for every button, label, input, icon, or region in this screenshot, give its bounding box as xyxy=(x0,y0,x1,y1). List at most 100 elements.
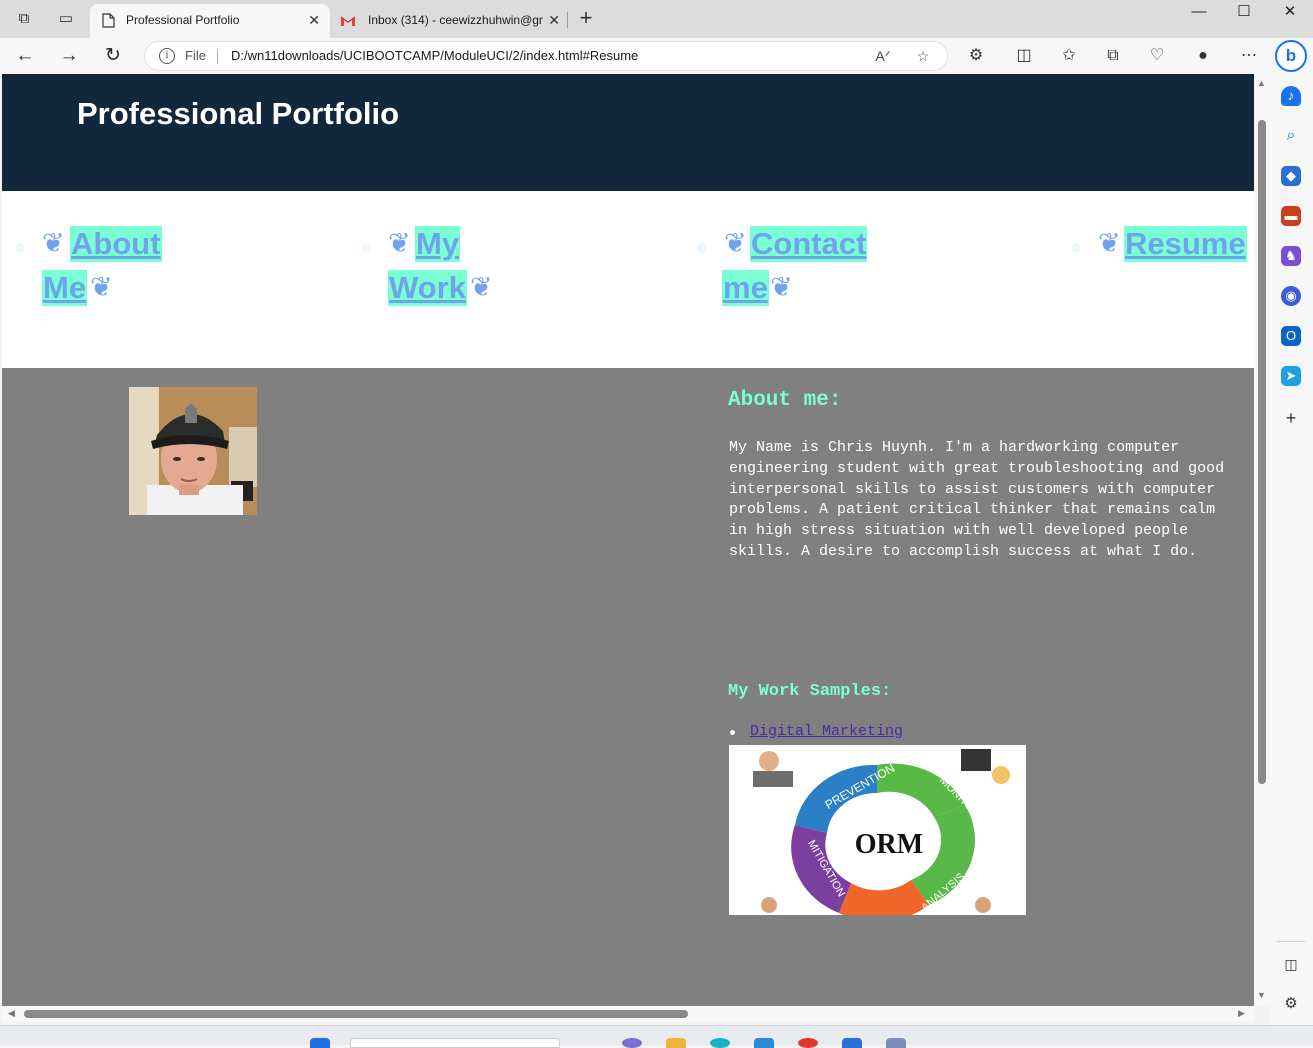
notifications-bell-icon[interactable]: ♪ xyxy=(1281,86,1301,106)
add-sidebar-app-icon[interactable]: + xyxy=(1281,408,1301,428)
site-nav: ❦ About Me ❦ ❦ My Work ❦ ❦ Contact me ❦ … xyxy=(2,191,1254,368)
games-icon[interactable]: ♞ xyxy=(1281,246,1301,266)
fleuron-icon: ❦ xyxy=(90,272,113,303)
fleuron-icon: ❦ xyxy=(42,228,65,259)
fleuron-icon: ❦ xyxy=(1098,228,1121,259)
vertical-scrollbar[interactable]: ▲ ▼ xyxy=(1254,74,1270,1006)
drop-send-icon[interactable]: ➤ xyxy=(1281,366,1301,386)
page-title: Professional Portfolio xyxy=(77,96,400,131)
maximize-icon[interactable]: ☐ xyxy=(1221,0,1267,30)
file-explorer-icon[interactable] xyxy=(666,1038,686,1048)
tab-title: Professional Portfolio xyxy=(126,13,240,27)
edge-sidebar: ♪ ⌕ ◆ ▬ ♞ ◉ O ➤ + ◫ ⚙ xyxy=(1270,74,1313,1025)
scroll-up-icon[interactable]: ▲ xyxy=(1257,78,1266,88)
scroll-left-icon[interactable]: ◀ xyxy=(8,1008,15,1019)
microsoft-365-icon[interactable]: ◉ xyxy=(1281,286,1301,306)
profile-photo xyxy=(129,387,257,515)
nav-link-about[interactable]: About xyxy=(70,226,162,262)
about-line: skills. A desire to accomplish success a… xyxy=(729,542,1198,560)
taskbar-search-box[interactable] xyxy=(350,1038,560,1048)
favorites-icon[interactable]: ✩ xyxy=(1057,44,1081,68)
taskbar-app-icon[interactable] xyxy=(622,1038,642,1048)
vertical-tabs-icon[interactable]: ▭ xyxy=(55,8,77,30)
search-icon[interactable]: ⌕ xyxy=(1281,126,1301,146)
start-icon[interactable] xyxy=(310,1038,330,1048)
address-divider xyxy=(217,49,218,64)
vscode-icon[interactable] xyxy=(842,1038,862,1048)
scheme-label: File xyxy=(185,48,206,63)
orm-center-label: ORM xyxy=(855,829,923,860)
horizontal-scroll-thumb[interactable] xyxy=(24,1010,688,1018)
scroll-right-icon[interactable]: ▶ xyxy=(1238,1008,1245,1019)
tab-professional-portfolio[interactable]: Professional Portfolio ✕ xyxy=(90,4,330,38)
nav-link-resume[interactable]: Resume xyxy=(1124,226,1247,262)
about-paragraph: My Name is Chris Huynh. I'm a hardworkin… xyxy=(729,438,1254,563)
url-text[interactable]: D:/wn11downloads/UCIBOOTCAMP/ModuleUCI/2… xyxy=(231,42,638,70)
close-tab-icon[interactable]: ✕ xyxy=(308,4,320,36)
page-viewport: Professional Portfolio ❦ About Me ❦ ❦ My… xyxy=(2,74,1254,1006)
shopping-tag-icon[interactable]: ◆ xyxy=(1281,166,1301,186)
fleuron-icon: ❦ xyxy=(470,272,493,303)
close-window-icon[interactable]: ✕ xyxy=(1267,0,1313,30)
nav-link-work-2[interactable]: Work xyxy=(388,270,467,306)
refresh-icon[interactable]: ↻ xyxy=(100,43,126,69)
browser-essentials-icon[interactable]: ♡ xyxy=(1145,44,1169,68)
horizontal-scrollbar[interactable]: ◀ ▶ xyxy=(2,1006,1254,1022)
address-bar[interactable]: i File D:/wn11downloads/UCIBOOTCAMP/Modu… xyxy=(144,41,948,71)
nav-link-work[interactable]: My xyxy=(415,226,461,262)
about-line: My Name is Chris Huynh. I'm a hardworkin… xyxy=(729,439,1180,456)
outlook-icon[interactable]: O xyxy=(1281,326,1301,346)
read-aloud-icon[interactable]: Aᐟ xyxy=(873,46,893,66)
about-line: interpersonal skills to assist customers… xyxy=(729,480,1216,498)
about-heading: About me: xyxy=(728,389,842,412)
taskbar-app-icon[interactable] xyxy=(886,1038,906,1048)
browser-toolbar: ← → ↻ i File D:/wn11downloads/UCIBOOTCAM… xyxy=(0,38,1313,74)
back-icon[interactable]: ← xyxy=(12,43,38,69)
new-tab-icon[interactable]: + xyxy=(574,6,598,32)
about-line: engineering student with great troublesh… xyxy=(729,459,1225,477)
sidebar-divider xyxy=(1277,941,1305,942)
sidebar-settings-icon[interactable]: ⚙ xyxy=(1281,994,1301,1014)
extensions-icon[interactable]: ⚙ xyxy=(964,44,988,68)
fleuron-icon: ❦ xyxy=(770,272,793,303)
nav-bullet xyxy=(15,243,25,253)
fleuron-icon: ❦ xyxy=(724,228,747,259)
list-bullet xyxy=(730,730,735,735)
chrome-icon[interactable] xyxy=(798,1038,818,1048)
about-line: problems. A patient critical thinker tha… xyxy=(729,501,1216,519)
hide-sidebar-icon[interactable]: ◫ xyxy=(1281,954,1301,974)
tools-briefcase-icon[interactable]: ▬ xyxy=(1281,206,1301,226)
vertical-scroll-thumb[interactable] xyxy=(1258,120,1266,784)
page-icon xyxy=(102,13,115,28)
work-heading: My Work Samples: xyxy=(728,682,892,701)
favorite-star-icon[interactable]: ☆ xyxy=(913,46,933,66)
copilot-icon[interactable]: b xyxy=(1275,40,1307,72)
main-section: About me: My Name is Chris Huynh. I'm a … xyxy=(2,368,1254,1006)
collections-icon[interactable]: ⧉ xyxy=(1101,44,1125,68)
site-header: Professional Portfolio xyxy=(2,74,1254,191)
close-tab-icon[interactable]: ✕ xyxy=(544,4,560,36)
scroll-down-icon[interactable]: ▼ xyxy=(1257,990,1266,1000)
split-screen-icon[interactable]: ◫ xyxy=(1012,44,1036,68)
workspaces-icon[interactable]: ⧉ xyxy=(13,8,35,30)
tab-inbox[interactable]: Inbox (314) - ceewizzhuhwin@gr ✕ xyxy=(332,4,564,38)
nav-link-about-2[interactable]: Me xyxy=(42,270,88,306)
nav-link-contact[interactable]: Contact xyxy=(750,226,868,262)
work-sample-link[interactable]: Digital Marketing xyxy=(750,723,903,740)
about-line: in high stress situation with well devel… xyxy=(729,522,1189,540)
store-icon[interactable] xyxy=(754,1038,774,1048)
nav-link-contact-2[interactable]: me xyxy=(722,270,769,306)
more-options-icon[interactable]: ⋯ xyxy=(1237,44,1261,68)
fleuron-icon: ❦ xyxy=(388,228,411,259)
minimize-icon[interactable]: — xyxy=(1176,0,1222,30)
browser-tab-bar: ⧉ ▭ Professional Portfolio ✕ Inbox (314)… xyxy=(0,0,1313,38)
nav-bullet xyxy=(697,243,707,253)
tab-divider xyxy=(567,12,568,28)
edge-taskbar-icon[interactable] xyxy=(710,1038,730,1048)
site-info-icon[interactable]: i xyxy=(159,48,175,64)
os-taskbar xyxy=(0,1025,1313,1048)
forward-icon[interactable]: → xyxy=(56,43,82,69)
profile-icon[interactable]: ● xyxy=(1191,44,1215,68)
nav-bullet xyxy=(1071,243,1081,253)
gmail-icon xyxy=(340,16,356,26)
